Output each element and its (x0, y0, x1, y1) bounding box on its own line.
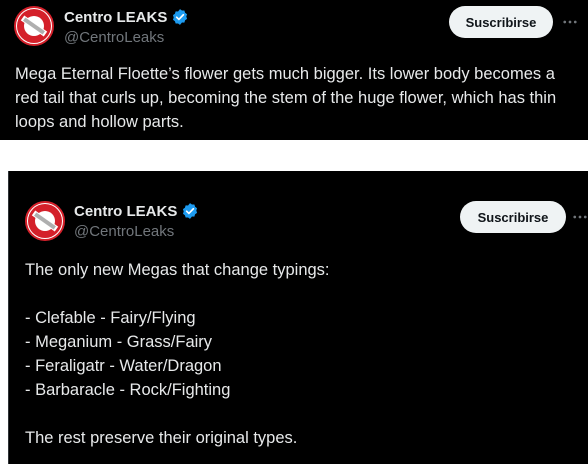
display-name[interactable]: Centro LEAKS (74, 203, 177, 220)
tweet-text-line: The rest preserve their original types. (25, 429, 298, 447)
tweet-text-line: - Feraligatr - Water/Dragon (25, 357, 222, 375)
tweet-text-line: loops and hollow parts. (15, 113, 184, 131)
centro-leaks-logo (17, 9, 51, 43)
tweet-text-line (25, 282, 330, 306)
more-options-icon[interactable] (570, 207, 588, 227)
more-options-icon[interactable] (560, 12, 580, 32)
handle[interactable]: @CentroLeaks (64, 29, 164, 46)
tweet-card[interactable]: Centro LEAKS @CentroLeaks Suscribirse Th… (8, 171, 588, 464)
tweet-text-line: Mega Eternal Floette’s flower gets much … (15, 65, 555, 83)
verified-badge-icon (181, 202, 199, 220)
tweet-text-line: The only new Megas that change typings: (25, 261, 330, 279)
display-name[interactable]: Centro LEAKS (64, 9, 167, 26)
avatar[interactable] (14, 6, 54, 46)
tweet-text: Mega Eternal Floette’s flower gets much … (15, 62, 556, 134)
centro-leaks-logo (28, 204, 62, 238)
tweet-text-line: - Barbaracle - Rock/Fighting (25, 381, 231, 399)
avatar[interactable] (25, 201, 65, 241)
subscribe-button[interactable]: Suscribirse (449, 6, 553, 38)
handle[interactable]: @CentroLeaks (74, 223, 174, 240)
tweet-text-line: red tail that curls up, becoming the ste… (15, 89, 557, 107)
tweet-text-line: - Meganium - Grass/Fairy (25, 333, 213, 351)
tweet-text-line: - Clefable - Fairy/Flying (25, 309, 196, 327)
tweet-text-line (25, 402, 330, 426)
tweet-card[interactable]: Centro LEAKS @CentroLeaks Suscribirse Me… (0, 0, 588, 140)
subscribe-button[interactable]: Suscribirse (460, 201, 566, 233)
verified-badge-icon (171, 8, 189, 26)
tweet-text: The only new Megas that change typings: … (25, 258, 330, 450)
